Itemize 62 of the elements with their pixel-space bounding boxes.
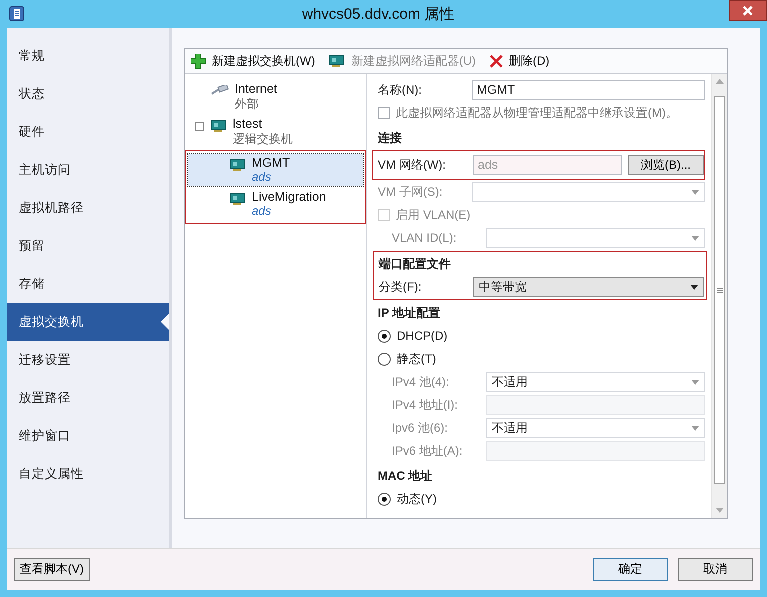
view-script-button[interactable]: 查看脚本(V) xyxy=(14,558,90,581)
grip-icon xyxy=(716,288,722,292)
radio-label: DHCP(D) xyxy=(397,329,448,343)
field-label: 名称(N): xyxy=(378,82,423,98)
browse-button[interactable]: 浏览(B)... xyxy=(628,155,704,175)
section-heading: 连接 xyxy=(378,130,403,147)
close-icon xyxy=(743,6,753,16)
sidebar-item[interactable]: 存储 xyxy=(7,265,169,303)
toolbar-button[interactable]: 新建虚拟交换机(W) xyxy=(189,52,318,70)
checkbox-label: 启用 VLAN(E) xyxy=(396,206,471,224)
radio-button[interactable] xyxy=(378,330,391,342)
field-label: IPv4 池(4): xyxy=(392,374,450,390)
window-title: whvcs05.ddv.com 属性 xyxy=(301,4,456,24)
sidebar-item[interactable]: 放置路径 xyxy=(7,379,169,417)
toolbar-button[interactable]: 删除(D) xyxy=(488,52,552,70)
checkbox[interactable] xyxy=(378,107,390,119)
sidebar-item[interactable]: 维护窗口 xyxy=(7,417,169,455)
field-label: VLAN ID(L): xyxy=(392,231,458,245)
sidebar-item[interactable]: 硬件 xyxy=(7,113,169,151)
sidebar-item[interactable]: 迁移设置 xyxy=(7,341,169,379)
sidebar-item[interactable]: 主机访问 xyxy=(7,151,169,189)
section-heading: 端口配置文件 xyxy=(379,256,452,273)
field-label: VM 子网(S): xyxy=(378,184,444,200)
section-heading: IP 地址配置 xyxy=(378,305,442,322)
tree-item[interactable]: lstest 逻辑交换机 xyxy=(233,117,293,148)
field-label: IPv6 地址(A): xyxy=(392,442,464,460)
app-icon xyxy=(9,6,25,22)
text-field[interactable]: MGMT xyxy=(472,80,705,100)
tree-item[interactable]: LiveMigration ads xyxy=(188,188,363,220)
sidebar-item[interactable]: 状态 xyxy=(7,75,169,113)
tree-item[interactable]: Internet 外部 xyxy=(235,82,278,113)
collapse-icon[interactable] xyxy=(195,122,204,131)
section-heading: MAC 地址 xyxy=(378,468,434,485)
field-label: Ipv6 池(6): xyxy=(392,420,450,436)
delete-icon xyxy=(490,54,503,68)
radio-button[interactable] xyxy=(378,492,391,506)
network-card-icon xyxy=(329,54,346,68)
network-card-icon xyxy=(230,192,246,206)
sidebar-item[interactable]: 预留 xyxy=(7,227,169,265)
tree-item[interactable]: MGMT ads xyxy=(188,154,363,186)
scrollbar[interactable] xyxy=(711,74,727,518)
field-label: 分类(F): xyxy=(379,278,423,296)
plus-icon xyxy=(191,54,206,68)
radio-label: 动态(Y) xyxy=(397,490,437,508)
sidebar-item[interactable]: 虚拟交换机 xyxy=(7,303,169,341)
sidebar-item[interactable]: 虚拟机路径 xyxy=(7,189,169,227)
field-label: IPv4 地址(I): xyxy=(392,396,460,414)
network-card-icon xyxy=(230,158,246,172)
close-button[interactable] xyxy=(729,0,767,21)
field-label: VM 网络(W): xyxy=(378,156,447,174)
cancel-button[interactable]: 取消 xyxy=(678,558,753,581)
cable-icon xyxy=(211,85,229,95)
checkbox-label: 此虚拟网络适配器从物理管理适配器中继承设置(M)。 xyxy=(396,104,678,122)
scroll-up-icon[interactable] xyxy=(716,79,724,84)
scroll-down-icon[interactable] xyxy=(716,508,724,513)
network-card-icon xyxy=(211,119,227,133)
ok-button[interactable]: 确定 xyxy=(593,558,668,581)
sidebar-item[interactable]: 常规 xyxy=(7,37,169,75)
radio-button[interactable] xyxy=(378,352,391,366)
dropdown[interactable]: 中等带宽 xyxy=(473,277,704,297)
sidebar-item[interactable]: 自定义属性 xyxy=(7,455,169,493)
radio-label: 静态(T) xyxy=(397,350,436,368)
